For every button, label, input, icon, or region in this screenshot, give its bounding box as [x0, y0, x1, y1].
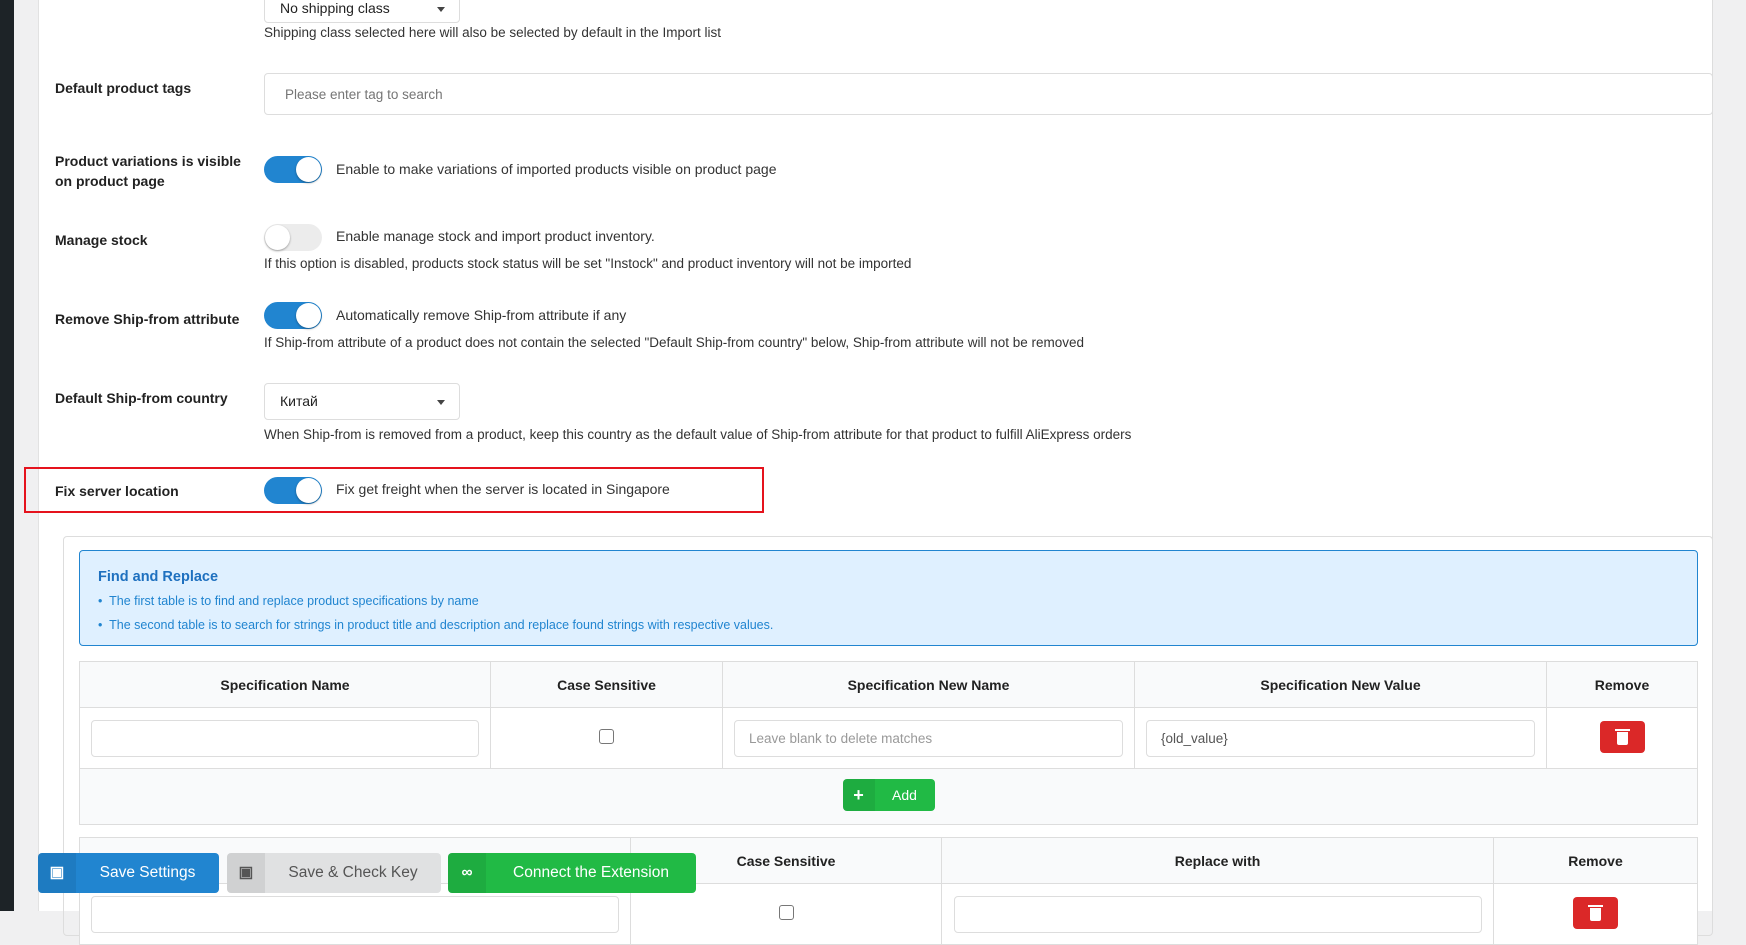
trash-icon[interactable] [1573, 896, 1618, 929]
case-sensitive-checkbox[interactable] [599, 729, 614, 744]
search-input[interactable] [91, 895, 619, 933]
shipping-class-help: Shipping class selected here will also b… [264, 25, 721, 40]
default-ship-from-label: Default Ship-from country [55, 390, 228, 406]
caret-down-icon [437, 400, 445, 405]
tags-label: Default product tags [55, 80, 192, 96]
connect-extension-button[interactable]: ∞ Connect the Extension [448, 853, 696, 893]
tags-input[interactable] [264, 73, 1713, 115]
shipping-class-select[interactable]: No shipping class [264, 0, 460, 23]
info-title: Find and Replace [98, 569, 219, 585]
admin-sidebar [0, 0, 14, 911]
info-bullet: • The first table is to find and replace… [98, 594, 479, 608]
remove-ship-from-help: If Ship-from attribute of a product does… [264, 335, 1084, 350]
default-ship-from-select[interactable]: Китай [264, 383, 460, 420]
info-bullet: • The second table is to search for stri… [98, 618, 774, 632]
fix-server-label: Fix server location [55, 483, 179, 499]
variations-label: Product variations is visible on product… [55, 153, 241, 189]
manage-stock-toggle-label: Enable manage stock and import product i… [336, 228, 655, 244]
manage-stock-label: Manage stock [55, 232, 148, 248]
add-button[interactable]: + Add [842, 779, 935, 811]
save-icon: ▣ [227, 853, 265, 893]
trash-icon[interactable] [1599, 720, 1645, 753]
save-icon: ▣ [38, 853, 76, 893]
fix-server-toggle-label: Fix get freight when the server is locat… [336, 481, 670, 497]
fix-server-toggle[interactable] [264, 477, 322, 504]
plus-icon: + [842, 779, 875, 811]
replace-with-input[interactable] [953, 895, 1482, 933]
remove-ship-from-toggle[interactable] [264, 302, 322, 329]
spec-new-name-input[interactable]: Leave blank to delete matches [734, 719, 1123, 757]
manage-stock-toggle[interactable] [264, 224, 322, 251]
variations-toggle[interactable] [264, 156, 322, 183]
spec-name-input[interactable] [91, 719, 479, 757]
default-ship-from-help: When Ship-from is removed from a product… [264, 427, 1132, 442]
remove-ship-from-label: Remove Ship-from attribute [55, 311, 240, 327]
find-replace-info: Find and Replace • The first table is to… [79, 550, 1698, 646]
remove-ship-from-toggle-label: Automatically remove Ship-from attribute… [336, 307, 627, 323]
save-settings-button[interactable]: ▣ Save Settings [38, 853, 219, 893]
case-sensitive-checkbox[interactable] [778, 905, 794, 920]
spec-new-value-input[interactable]: {old_value} [1146, 719, 1535, 757]
caret-down-icon [437, 7, 445, 12]
spec-table: Specification Name Case Sensitive Specif… [79, 661, 1698, 825]
manage-stock-help: If this option is disabled, products sto… [264, 256, 912, 271]
save-check-key-button[interactable]: ▣ Save & Check Key [227, 853, 441, 893]
link-icon: ∞ [448, 853, 486, 893]
variations-toggle-label: Enable to make variations of imported pr… [336, 161, 777, 177]
